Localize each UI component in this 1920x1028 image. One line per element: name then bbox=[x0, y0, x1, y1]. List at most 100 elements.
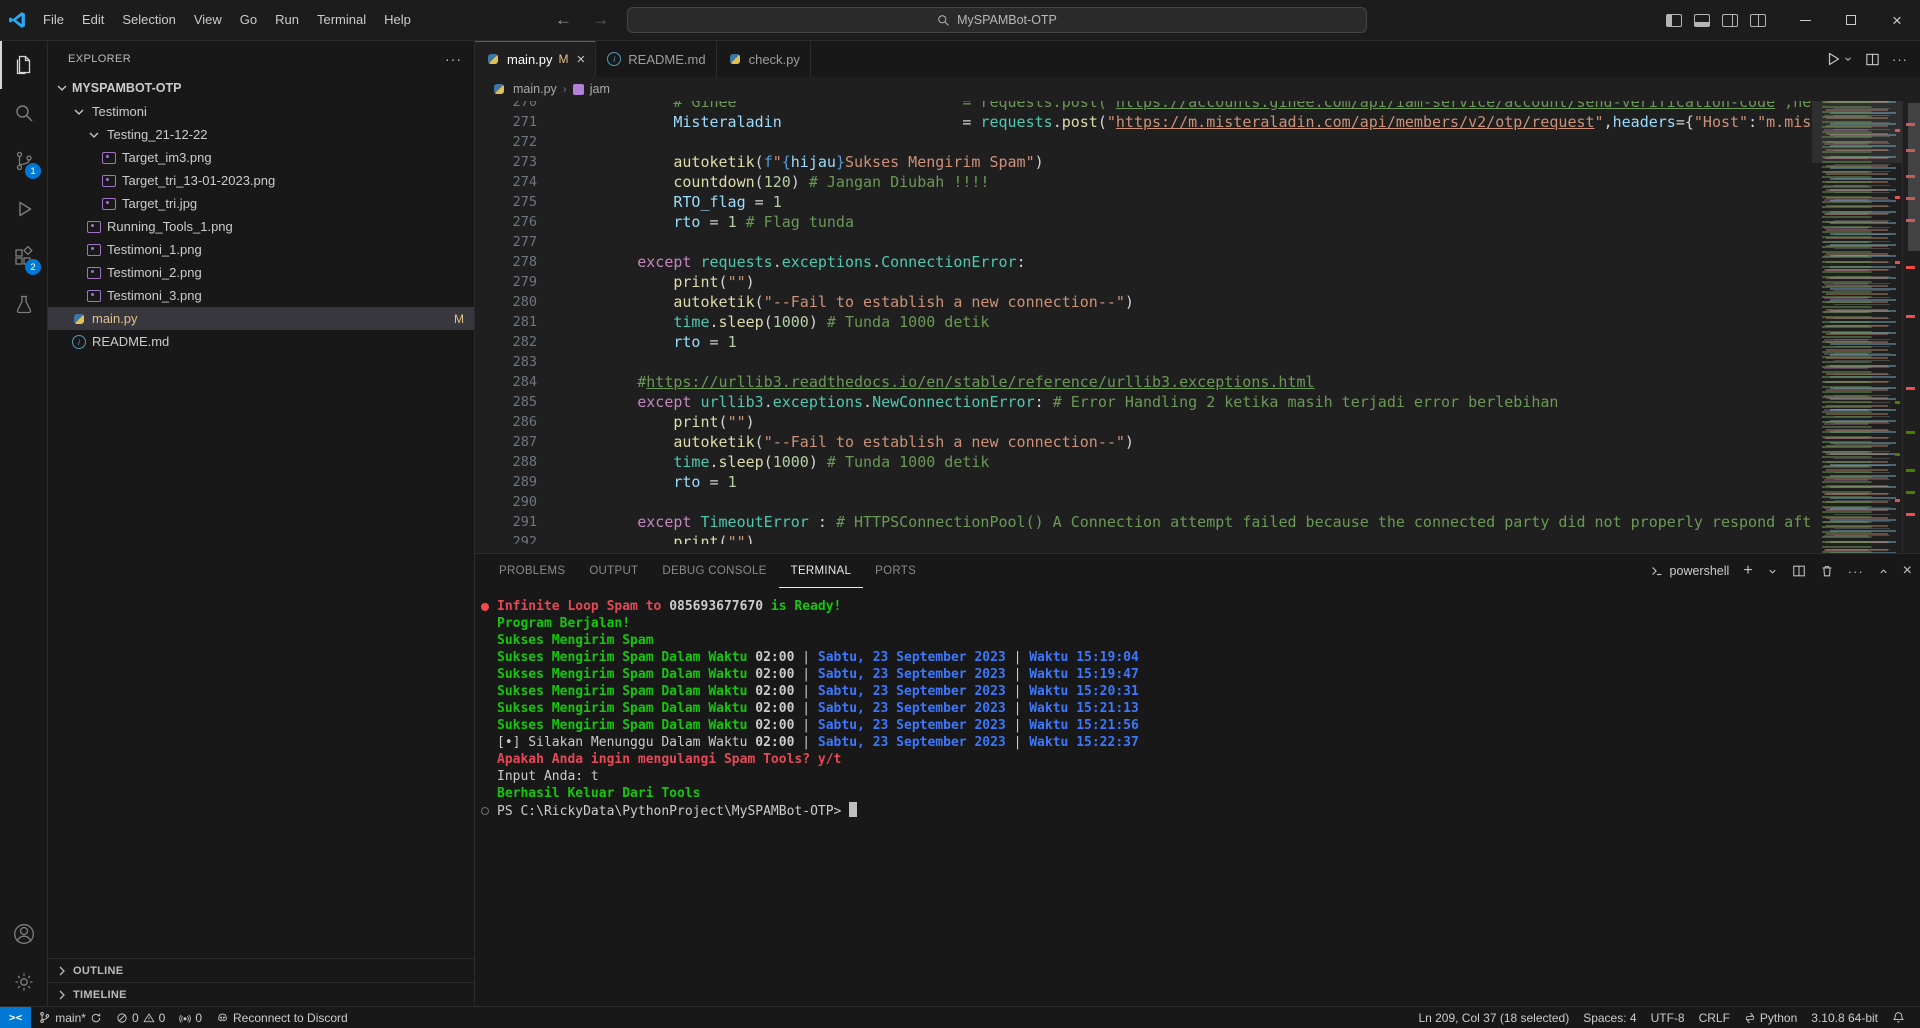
toggle-secondary-sidebar-icon[interactable] bbox=[1722, 14, 1738, 27]
terminal-shell-selector[interactable]: powershell bbox=[1650, 564, 1730, 578]
breadcrumb-symbol[interactable]: jam bbox=[590, 82, 610, 96]
image-file-icon bbox=[86, 265, 102, 281]
close-panel-icon[interactable]: × bbox=[1903, 562, 1912, 580]
run-python-file-icon[interactable] bbox=[1825, 51, 1853, 67]
timeline-section[interactable]: TIMELINE bbox=[48, 982, 474, 1006]
file-tree-item[interactable]: Testimoni_3.png bbox=[48, 284, 474, 307]
minimap[interactable] bbox=[1812, 101, 1902, 553]
settings-menu[interactable] bbox=[0, 958, 47, 1006]
menu-view[interactable]: View bbox=[185, 7, 231, 33]
explorer-more-actions-icon[interactable]: ··· bbox=[445, 51, 462, 67]
activity-run-debug[interactable] bbox=[0, 185, 47, 233]
image-file-icon bbox=[101, 173, 117, 189]
file-tree-item[interactable]: Target_tri_13-01-2023.png bbox=[48, 169, 474, 192]
menu-go[interactable]: Go bbox=[231, 7, 266, 33]
remote-indicator[interactable]: >< bbox=[0, 1007, 31, 1028]
overview-ruler[interactable] bbox=[1902, 101, 1920, 553]
back-arrow-icon[interactable]: ← bbox=[553, 10, 574, 30]
maximize-button[interactable] bbox=[1828, 0, 1874, 40]
title-bar: FileEditSelectionViewGoRunTerminalHelp ←… bbox=[0, 0, 1920, 41]
menu-selection[interactable]: Selection bbox=[113, 7, 184, 33]
menu-run[interactable]: Run bbox=[266, 7, 308, 33]
broadcast-status[interactable]: 0 bbox=[172, 1007, 209, 1028]
breadcrumb-file[interactable]: main.py bbox=[513, 82, 557, 96]
menu-terminal[interactable]: Terminal bbox=[308, 7, 375, 33]
git-branch-status[interactable]: main* bbox=[31, 1007, 109, 1028]
file-tree-item[interactable]: main.pyM bbox=[48, 307, 474, 330]
customize-layout-icon[interactable] bbox=[1750, 14, 1766, 27]
editor-scrollbar[interactable] bbox=[1908, 103, 1920, 251]
panel-tab-ports[interactable]: PORTS bbox=[863, 554, 928, 588]
image-file-icon bbox=[86, 242, 102, 258]
problems-status[interactable]: 0 0 bbox=[109, 1007, 172, 1028]
code-line: 276 rto = 1 # Flag tunda bbox=[475, 212, 1812, 232]
file-tree-item[interactable]: Testimoni bbox=[48, 100, 474, 123]
menu-file[interactable]: File bbox=[34, 7, 73, 33]
panel-tab-debug-console[interactable]: DEBUG CONSOLE bbox=[650, 554, 778, 588]
encoding[interactable]: UTF-8 bbox=[1644, 1007, 1692, 1028]
toggle-sidebar-icon[interactable] bbox=[1666, 14, 1682, 27]
git-modified-badge: M bbox=[454, 312, 464, 326]
activity-source-control[interactable]: 1 bbox=[0, 137, 47, 185]
close-tab-icon[interactable]: × bbox=[577, 51, 586, 68]
outline-section[interactable]: OUTLINE bbox=[48, 958, 474, 982]
workspace-root-folder[interactable]: MYSPAMBOT-OTP bbox=[48, 76, 474, 100]
panel-more-actions-icon[interactable]: ··· bbox=[1848, 564, 1864, 579]
language-mode[interactable]: Python bbox=[1737, 1007, 1804, 1028]
discord-status[interactable]: Reconnect to Discord bbox=[209, 1007, 355, 1028]
terminal-line: Berhasil Keluar Dari Tools bbox=[497, 785, 1920, 802]
chevron-down-icon bbox=[86, 127, 102, 143]
indentation[interactable]: Spaces: 4 bbox=[1576, 1007, 1643, 1028]
cursor-position[interactable]: Ln 209, Col 37 (18 selected) bbox=[1411, 1007, 1576, 1028]
activity-extensions[interactable]: 2 bbox=[0, 233, 47, 281]
line-number: 274 bbox=[475, 172, 537, 192]
activity-bar: 1 2 bbox=[0, 41, 48, 1006]
terminal-line: Sukses Mengirim Spam Dalam Waktu 02:00 |… bbox=[497, 717, 1920, 734]
panel-tab-terminal[interactable]: TERMINAL bbox=[779, 554, 864, 588]
terminal[interactable]: Infinite Loop Spam to 085693677670 is Re… bbox=[475, 588, 1920, 1006]
menu-edit[interactable]: Edit bbox=[73, 7, 113, 33]
split-terminal-icon[interactable] bbox=[1792, 564, 1806, 578]
menu-help[interactable]: Help bbox=[375, 7, 420, 33]
activity-explorer[interactable] bbox=[0, 41, 47, 89]
close-button[interactable]: × bbox=[1874, 0, 1920, 40]
terminal-dropdown-icon[interactable] bbox=[1767, 566, 1778, 577]
search-icon bbox=[12, 101, 36, 125]
minimize-button[interactable] bbox=[1782, 0, 1828, 40]
forward-arrow-icon[interactable]: → bbox=[590, 10, 611, 30]
activity-testing[interactable] bbox=[0, 281, 47, 329]
account-menu[interactable] bbox=[0, 910, 47, 958]
file-tree-item[interactable]: Target_tri.jpg bbox=[48, 192, 474, 215]
file-tree-item[interactable]: Testing_21-12-22 bbox=[48, 123, 474, 146]
terminal-line: Sukses Mengirim Spam Dalam Waktu 02:00 |… bbox=[497, 700, 1920, 717]
file-tree-item[interactable]: Running_Tools_1.png bbox=[48, 215, 474, 238]
tab-main.py[interactable]: main.pyM× bbox=[475, 41, 596, 77]
activity-search[interactable] bbox=[0, 89, 47, 137]
file-tree-item[interactable]: README.md bbox=[48, 330, 474, 353]
panel-tab-problems[interactable]: PROBLEMS bbox=[487, 554, 577, 588]
symbol-icon bbox=[573, 84, 584, 95]
terminal-line: Program Berjalan! bbox=[497, 615, 1920, 632]
tab-check.py[interactable]: check.py bbox=[717, 41, 811, 77]
toggle-panel-icon[interactable] bbox=[1694, 14, 1710, 27]
tab-README.md[interactable]: README.md bbox=[596, 41, 716, 77]
file-tree-item[interactable]: Testimoni_2.png bbox=[48, 261, 474, 284]
editor-more-actions-icon[interactable]: ··· bbox=[1892, 52, 1908, 67]
panel-tab-output[interactable]: OUTPUT bbox=[577, 554, 650, 588]
maximize-panel-icon[interactable] bbox=[1878, 566, 1889, 577]
python-interpreter[interactable]: 3.10.8 64-bit bbox=[1804, 1007, 1885, 1028]
line-number: 272 bbox=[475, 132, 537, 152]
file-tree-item[interactable]: Target_im3.png bbox=[48, 146, 474, 169]
search-icon bbox=[937, 14, 950, 27]
code-line: 280 autoketik("--Fail to establish a new… bbox=[475, 292, 1812, 312]
eol-sequence[interactable]: CRLF bbox=[1692, 1007, 1737, 1028]
file-tree-item[interactable]: Testimoni_1.png bbox=[48, 238, 474, 261]
kill-terminal-icon[interactable] bbox=[1820, 564, 1834, 578]
code-viewport[interactable]: 270 # Ginee = requests.post('https://acc… bbox=[475, 101, 1812, 544]
notifications-bell[interactable] bbox=[1885, 1007, 1912, 1028]
command-center-search[interactable]: MySPAMBot-OTP bbox=[627, 7, 1367, 33]
terminal-line: Infinite Loop Spam to 085693677670 is Re… bbox=[497, 598, 1920, 615]
split-editor-icon[interactable] bbox=[1865, 52, 1880, 67]
new-terminal-icon[interactable]: + bbox=[1743, 562, 1752, 580]
code-editor[interactable]: 270 # Ginee = requests.post('https://acc… bbox=[475, 101, 1920, 553]
